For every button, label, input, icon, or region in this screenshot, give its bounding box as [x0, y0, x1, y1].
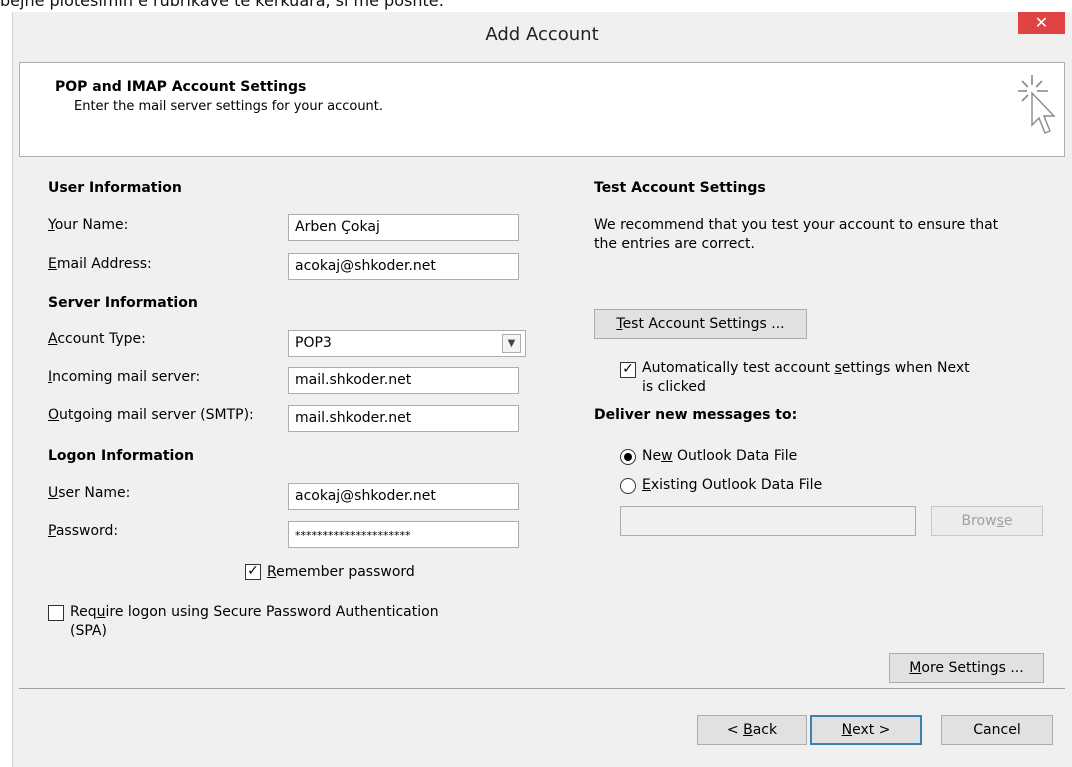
browse-button: Browse — [931, 506, 1043, 536]
email-address-label: Email Address: — [48, 256, 152, 272]
data-file-path-input — [620, 506, 916, 536]
logon-information-heading: Logon Information — [48, 448, 194, 464]
your-name-input[interactable]: Arben Çokaj — [288, 214, 519, 241]
deliver-messages-heading: Deliver new messages to: — [594, 407, 798, 423]
test-account-description: We recommend that you test your account … — [594, 217, 999, 233]
remember-password-checkbox[interactable]: ✓ — [245, 564, 261, 580]
page-header: POP and IMAP Account Settings Enter the … — [19, 62, 1065, 157]
existing-data-file-radio[interactable] — [620, 478, 636, 494]
incoming-server-label: Incoming mail server: — [48, 369, 201, 385]
your-name-label: Your Name: — [48, 217, 129, 233]
auto-test-label[interactable]: Automatically test account settings when… — [642, 360, 970, 376]
email-address-input[interactable]: acokaj@shkoder.net — [288, 253, 519, 280]
title-bar: Add Account ✕ — [13, 12, 1071, 62]
password-label: Password: — [48, 523, 119, 539]
cancel-button[interactable]: Cancel — [941, 715, 1053, 745]
dialog-title: Add Account — [485, 24, 599, 45]
existing-data-file-label[interactable]: Existing Outlook Data File — [642, 477, 822, 493]
more-settings-button[interactable]: More Settings ... — [889, 653, 1044, 683]
page-title: POP and IMAP Account Settings — [55, 79, 307, 95]
new-data-file-label[interactable]: New Outlook Data File — [642, 448, 797, 464]
spa-label[interactable]: Require logon using Secure Password Auth… — [70, 604, 439, 620]
auto-test-label-line2: is clicked — [642, 379, 706, 395]
footer-divider — [19, 688, 1065, 689]
auto-test-checkbox[interactable]: ✓ — [620, 362, 636, 378]
close-button[interactable]: ✕ — [1018, 12, 1065, 34]
user-information-heading: User Information — [48, 180, 182, 196]
background-document-text: bejnë plotësimin e rubrikave të kërkuara… — [0, 0, 444, 10]
spa-checkbox[interactable] — [48, 605, 64, 621]
account-type-label: Account Type: — [48, 331, 146, 347]
new-data-file-radio[interactable] — [620, 449, 636, 465]
add-account-dialog: Add Account ✕ POP and IMAP Account Setti… — [12, 12, 1072, 767]
server-information-heading: Server Information — [48, 295, 198, 311]
page-subtitle: Enter the mail server settings for your … — [74, 99, 384, 114]
cursor-sparkle-icon — [1018, 75, 1056, 134]
account-type-select[interactable]: POP3 ▼ — [288, 330, 526, 357]
test-account-settings-button[interactable]: Test Account Settings ... — [594, 309, 807, 339]
user-name-label: User Name: — [48, 485, 131, 501]
password-input[interactable]: ********************* — [288, 521, 519, 548]
outgoing-server-label: Outgoing mail server (SMTP): — [48, 407, 254, 423]
next-button[interactable]: Next > — [810, 715, 922, 745]
test-account-heading: Test Account Settings — [594, 180, 766, 196]
radio-selected-dot — [624, 453, 632, 461]
remember-password-label[interactable]: Remember password — [267, 564, 415, 580]
test-account-description-line2: the entries are correct. — [594, 236, 755, 252]
chevron-down-icon[interactable]: ▼ — [502, 334, 521, 353]
outgoing-server-input[interactable]: mail.shkoder.net — [288, 405, 519, 432]
account-type-value: POP3 — [295, 335, 332, 351]
spa-label-line2: (SPA) — [70, 623, 107, 639]
back-button[interactable]: < Back — [697, 715, 807, 745]
user-name-input[interactable]: acokaj@shkoder.net — [288, 483, 519, 510]
incoming-server-input[interactable]: mail.shkoder.net — [288, 367, 519, 394]
